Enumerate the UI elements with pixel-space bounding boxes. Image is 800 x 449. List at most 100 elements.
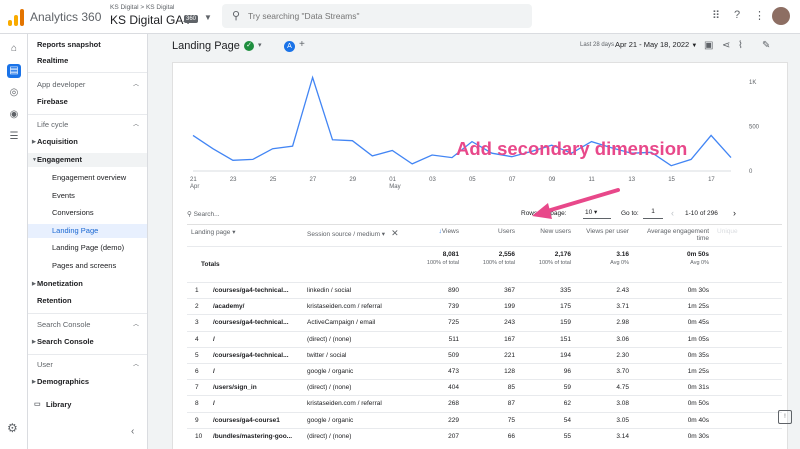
line-chart: 1K 500 0 21Apr 23 25 27 29 01May 03 05 07 09 11 13 15 17 <box>190 75 760 190</box>
col-avg-engagement-time[interactable]: Average engagement time <box>633 224 714 247</box>
sidebar-item-label: Library <box>46 400 72 409</box>
left-rail: ⌂ ▤ ◎ ◉ ☰ ⚙ <box>0 34 28 449</box>
explore-icon[interactable]: ◎ <box>7 86 21 100</box>
cell-unique <box>713 411 783 429</box>
section-app-developer[interactable]: App developer ︿ <box>28 78 147 92</box>
cell-unique <box>713 281 783 299</box>
share-icon[interactable]: ⋖ <box>722 40 730 51</box>
section-search-console[interactable]: Search Console ︿ <box>28 318 147 332</box>
collapse-sidebar-icon[interactable]: ‹ <box>131 426 134 437</box>
sidebar-item-label: Landing Page <box>52 226 99 235</box>
col-session-source-medium[interactable]: Session source / medium ▾ ✕ <box>303 224 414 247</box>
y-tick-label: 1K <box>749 80 756 86</box>
table-row[interactable]: 2/academy/kristaseiden.com / referral 739… <box>187 298 783 315</box>
table-row[interactable]: 4/(direct) / (none) 511 167 151 3.06 1m 05s <box>187 330 783 348</box>
section-life-cycle[interactable]: Life cycle ︿ <box>28 118 147 132</box>
feedback-icon[interactable]: ! <box>778 410 792 424</box>
chevron-left-icon[interactable]: ‹ <box>671 208 674 218</box>
sidebar-item-engagement[interactable]: ▼ Engagement <box>28 153 147 167</box>
table-row[interactable]: 7/users/sign_in (direct) / (none) 404 85 59 4… <box>187 379 783 396</box>
table-row[interactable]: 5/courses/ga4-technical... twitter / soci… <box>187 346 783 364</box>
table-row[interactable]: 1/courses/ga4-technical... linkedin / soc… <box>187 281 783 299</box>
goto-input[interactable]: 1 <box>643 208 663 219</box>
date-range-selector[interactable]: Apr 21 - May 18, 2022 ▼ <box>615 40 697 49</box>
col-views[interactable]: ↓Views <box>413 224 464 247</box>
col-users[interactable]: Users <box>463 224 520 247</box>
home-icon[interactable]: ⌂ <box>7 42 21 56</box>
avatar[interactable] <box>772 7 790 25</box>
configure-icon[interactable]: ☰ <box>7 130 21 144</box>
chevron-down-icon: ▼ <box>691 43 698 49</box>
table-row[interactable]: 10/bundles/mastering-goo... (direct) / (n… <box>187 427 783 445</box>
cell-unique <box>713 379 783 396</box>
sidebar-item-monetization[interactable]: ▶ Monetization <box>28 277 147 291</box>
cell-users: 167 <box>463 330 520 348</box>
sidebar-item-realtime[interactable]: Realtime <box>28 54 147 68</box>
cell-landing-page: /courses/ga4-technical... <box>209 346 304 364</box>
sidebar-item-firebase[interactable]: Firebase <box>28 95 147 109</box>
search-input[interactable] <box>248 8 528 24</box>
col-unique[interactable]: Unique <box>713 224 783 247</box>
sidebar-item-demographics[interactable]: ▶ Demographics <box>28 375 147 389</box>
sidebar-item-retention[interactable]: Retention <box>28 294 147 308</box>
row-number: 6 <box>187 362 209 380</box>
sidebar-item-conversions[interactable]: Conversions <box>28 206 147 220</box>
table-row[interactable]: 9/courses/ga4-course1 google / organic 229… <box>187 411 783 429</box>
col-views-per-user[interactable]: Views per user <box>575 224 634 247</box>
cell-views: 268 <box>413 395 464 412</box>
sidebar-item-label: Firebase <box>37 97 68 106</box>
help-icon[interactable]: ? <box>734 9 740 21</box>
cell-users: 85 <box>463 379 520 396</box>
col-new-users[interactable]: New users <box>519 224 576 247</box>
apps-grid-icon[interactable]: ⠿ <box>712 9 720 22</box>
sidebar-item-label: Engagement overview <box>52 173 127 182</box>
edit-pencil-icon[interactable]: ✎ <box>762 40 770 51</box>
section-user[interactable]: User ︿ <box>28 358 147 372</box>
row-number: 10 <box>187 427 209 445</box>
cell-avg-engagement-time: 0m 31s <box>633 379 714 396</box>
totals-label: Totals <box>187 246 414 283</box>
more-vert-icon[interactable]: ⋮ <box>754 9 765 22</box>
table-search[interactable]: ⚲ Search... <box>187 210 220 218</box>
chevron-right-icon[interactable]: › <box>733 208 736 218</box>
reports-icon[interactable]: ▤ <box>7 64 21 78</box>
page-header: Landing Page ✓ ▾ A + Last 28 days Apr 21… <box>148 34 800 58</box>
cell-new-users: 175 <box>519 298 576 315</box>
cell-avg-engagement-time: 0m 30s <box>633 427 714 445</box>
row-number: 3 <box>187 314 209 332</box>
cell-views: 739 <box>413 298 464 315</box>
gear-icon[interactable]: ⚙ <box>7 421 18 435</box>
comparison-chip[interactable]: A <box>284 41 295 52</box>
search-bar[interactable]: ⚲ <box>222 4 532 28</box>
sidebar-item-library[interactable]: ▭ Library <box>28 398 147 412</box>
row-number: 2 <box>187 298 209 315</box>
sidebar-item-search-console[interactable]: ▶ Search Console <box>28 335 147 349</box>
divider <box>28 313 147 314</box>
table-row[interactable]: 3/courses/ga4-technical... ActiveCampaign… <box>187 314 783 332</box>
property-name[interactable]: KS Digital GA4 <box>110 13 190 27</box>
sidebar-item-landing-page-demo[interactable]: Landing Page (demo) <box>28 241 147 255</box>
x-month-label: May <box>389 184 400 190</box>
table-row[interactable]: 6/google / organic 473 128 96 3.70 1m 25s <box>187 362 783 380</box>
sidebar-item-engagement-overview[interactable]: Engagement overview <box>28 171 147 185</box>
cell-views-per-user: 3.06 <box>575 330 634 348</box>
table-search-placeholder: Search... <box>193 211 220 218</box>
chevron-down-icon[interactable]: ▾ <box>258 41 262 49</box>
col-landing-page[interactable]: Landing page ▾ <box>187 224 304 247</box>
customize-report-icon[interactable]: ▣ <box>704 40 713 51</box>
sidebar-item-pages-and-screens[interactable]: Pages and screens <box>28 259 147 273</box>
sidebar-item-events[interactable]: Events <box>28 189 147 203</box>
close-icon[interactable]: ✕ <box>391 228 399 238</box>
sidebar-item-acquisition[interactable]: ▶ Acquisition <box>28 135 147 149</box>
analytics-logo-icon <box>8 8 24 26</box>
account-breadcrumb[interactable]: KS Digital > KS Digital <box>110 4 175 11</box>
advertising-icon[interactable]: ◉ <box>7 108 21 122</box>
sidebar-item-reports-snapshot[interactable]: Reports snapshot <box>28 38 147 52</box>
chevron-down-icon[interactable]: ▼ <box>204 13 212 22</box>
table-row[interactable]: 8/kristaseiden.com / referral 268 87 62 3.08… <box>187 395 783 412</box>
x-tick-label: 05 <box>469 177 476 183</box>
add-comparison-icon[interactable]: + <box>299 39 305 50</box>
sidebar-nav: Reports snapshot Realtime App developer ︿… <box>28 34 148 449</box>
insights-icon[interactable]: ⌇ <box>738 40 743 51</box>
sidebar-item-landing-page[interactable]: Landing Page <box>28 224 147 238</box>
